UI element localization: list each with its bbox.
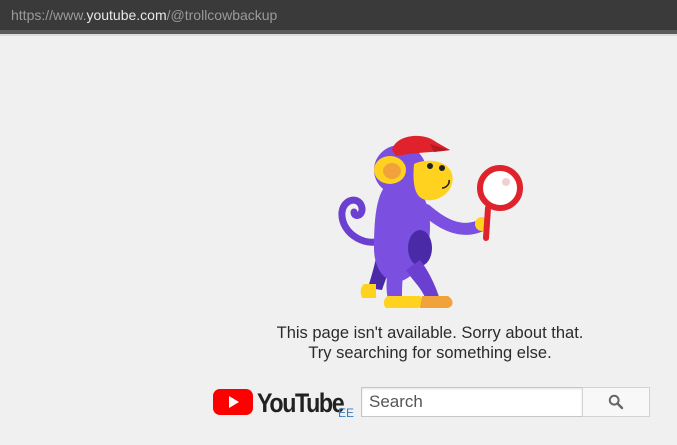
url-path: /@trollcowbackup (166, 7, 278, 23)
error-message-line2: Try searching for something else. (308, 344, 552, 362)
error-message-line1: This page isn't available. Sorry about t… (276, 324, 584, 342)
url-host: youtube.com (86, 7, 167, 23)
search-button[interactable] (582, 387, 650, 417)
youtube-play-icon (213, 389, 253, 415)
error-message: This page isn't available. Sorry about t… (230, 323, 630, 363)
youtube-wordmark: YouTube (257, 388, 345, 418)
region-code-link[interactable]: EE (338, 406, 354, 420)
url-prefix: https://www. (11, 7, 87, 23)
search-icon (608, 394, 624, 410)
address-bar-shadow (0, 34, 677, 36)
address-bar[interactable]: https://www. youtube.com/@trollcowbackup (0, 0, 677, 30)
youtube-logo[interactable]: YouTube (213, 388, 357, 420)
search-input[interactable] (361, 387, 583, 417)
monkey-with-magnifying-glass-icon (338, 135, 523, 308)
